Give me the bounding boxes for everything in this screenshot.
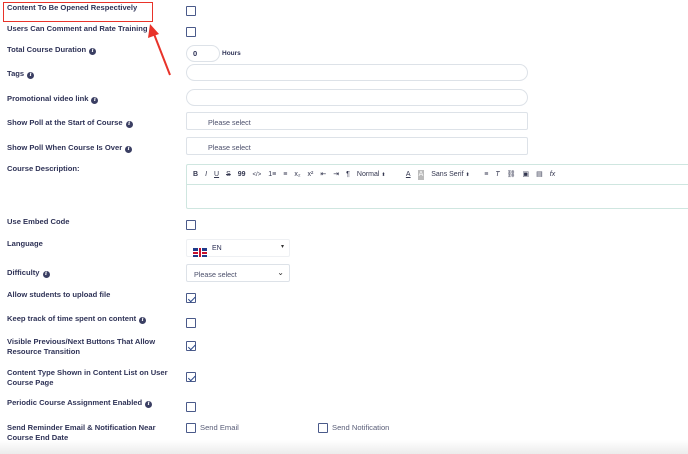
strike-button[interactable]: S — [226, 170, 231, 180]
formula-button[interactable]: fx — [550, 170, 555, 180]
poll-start-label: Show Poll at the Start of Course i — [7, 118, 172, 128]
embed-code-checkbox[interactable] — [186, 220, 196, 230]
embed-code-label: Use Embed Code — [7, 217, 70, 226]
content-opened-label: Content To Be Opened Respectively — [7, 3, 138, 12]
info-icon: i — [125, 121, 133, 128]
periodic-label: Periodic Course Assignment Enabled i — [7, 398, 172, 408]
difficulty-label: Difficulty i — [7, 268, 172, 278]
duration-value: 0 — [193, 49, 198, 58]
language-select[interactable]: EN ▾ — [186, 239, 290, 258]
send-email-label: Send Email — [200, 423, 239, 432]
poll-over-text: Show Poll When Course Is Over — [7, 143, 123, 152]
superscript-button[interactable]: x² — [308, 170, 314, 180]
outdent-button[interactable]: ⇤ — [320, 170, 326, 180]
duration-unit: Hours — [222, 50, 241, 57]
indent-button[interactable]: ⇥ — [333, 170, 339, 180]
poll-start-text: Show Poll at the Start of Course — [7, 118, 123, 127]
promo-video-label: Promotional video link i — [7, 94, 172, 104]
updown-icon: ⬍ — [465, 171, 470, 178]
image-button[interactable]: ▣ — [523, 170, 530, 180]
info-icon: i — [145, 401, 153, 408]
description-label: Course Description: — [7, 164, 80, 173]
send-email-checkbox[interactable] — [186, 423, 196, 433]
editor-toolbar: B I U S 99 </> 1≡ ≡ x₂ x² ⇤ ⇥ ¶ Normal ⬍… — [187, 165, 688, 185]
total-duration-label: Total Course Duration i — [7, 45, 172, 55]
chevron-down-icon: ⌄ — [277, 268, 284, 277]
color-button[interactable]: A — [406, 170, 411, 180]
upload-file-label: Allow students to upload file — [7, 290, 111, 299]
rtl-button[interactable]: ¶ — [346, 170, 350, 180]
info-icon: i — [42, 271, 50, 278]
total-duration-text: Total Course Duration — [7, 45, 87, 54]
comment-rate-checkbox[interactable] — [186, 27, 196, 37]
comment-rate-label: Users Can Comment and Rate Training — [7, 24, 148, 33]
info-icon: i — [91, 97, 99, 104]
send-notification-checkbox[interactable] — [318, 423, 328, 433]
description-editor[interactable]: B I U S 99 </> 1≡ ≡ x₂ x² ⇤ ⇥ ¶ Normal ⬍… — [186, 164, 688, 209]
upload-file-checkbox[interactable] — [186, 293, 196, 303]
poll-over-placeholder: Please select — [208, 143, 251, 152]
prev-next-checkbox[interactable] — [186, 341, 196, 351]
info-icon: i — [139, 317, 147, 324]
poll-start-placeholder: Please select — [208, 118, 251, 127]
difficulty-text: Difficulty — [7, 268, 40, 277]
bold-button[interactable]: B — [193, 170, 198, 180]
promo-video-text: Promotional video link — [7, 94, 89, 103]
clean-button[interactable]: T — [495, 170, 499, 180]
track-time-label: Keep track of time spent on content i — [7, 314, 172, 324]
promo-video-input[interactable] — [186, 89, 528, 106]
language-label: Language — [7, 239, 43, 248]
poll-over-select[interactable]: Please select — [186, 137, 528, 155]
poll-over-label: Show Poll When Course Is Over i — [7, 143, 172, 153]
info-icon: i — [27, 72, 35, 79]
info-icon: i — [125, 146, 133, 153]
header-select[interactable]: Normal ⬍ — [357, 170, 399, 180]
tags-label: Tags i — [7, 69, 172, 79]
content-type-label: Content Type Shown in Content List on Us… — [7, 368, 168, 387]
footer-shadow — [0, 440, 688, 454]
language-value: EN — [212, 245, 222, 252]
caret-down-icon: ▾ — [280, 244, 284, 250]
underline-button[interactable]: U — [214, 170, 219, 180]
video-button[interactable]: ▤ — [536, 170, 543, 180]
track-time-text: Keep track of time spent on content — [7, 314, 137, 323]
ordered-list-button[interactable]: 1≡ — [268, 170, 276, 180]
difficulty-select[interactable]: Please select ⌄ — [186, 264, 290, 282]
uk-flag-icon — [193, 244, 207, 262]
poll-start-select[interactable]: Please select — [186, 112, 528, 130]
align-button[interactable]: ≡ — [484, 170, 488, 180]
font-select[interactable]: Sans Serif ⬍ — [431, 170, 477, 180]
italic-button[interactable]: I — [205, 170, 207, 180]
updown-icon: ⬍ — [381, 171, 386, 178]
background-button[interactable]: A — [417, 169, 425, 180]
info-icon: i — [89, 48, 97, 55]
duration-input[interactable]: 0 — [186, 45, 220, 62]
tags-text: Tags — [7, 69, 25, 78]
periodic-text: Periodic Course Assignment Enabled — [7, 398, 143, 407]
code-button[interactable]: </> — [253, 170, 262, 180]
difficulty-placeholder: Please select — [194, 270, 237, 279]
subscript-button[interactable]: x₂ — [294, 170, 300, 180]
send-notification-label: Send Notification — [332, 423, 390, 432]
tags-input[interactable] — [186, 64, 528, 81]
font-select-value: Sans Serif — [431, 170, 464, 178]
bullet-list-button[interactable]: ≡ — [283, 170, 287, 180]
header-select-value: Normal — [356, 170, 380, 178]
blockquote-button[interactable]: 99 — [238, 170, 246, 180]
periodic-checkbox[interactable] — [186, 402, 196, 412]
track-time-checkbox[interactable] — [186, 318, 196, 328]
content-opened-checkbox[interactable] — [186, 6, 196, 16]
content-type-checkbox[interactable] — [186, 372, 196, 382]
prev-next-label: Visible Previous/Next Buttons That Allow… — [7, 337, 156, 356]
link-button[interactable]: ⛓ — [507, 170, 516, 180]
